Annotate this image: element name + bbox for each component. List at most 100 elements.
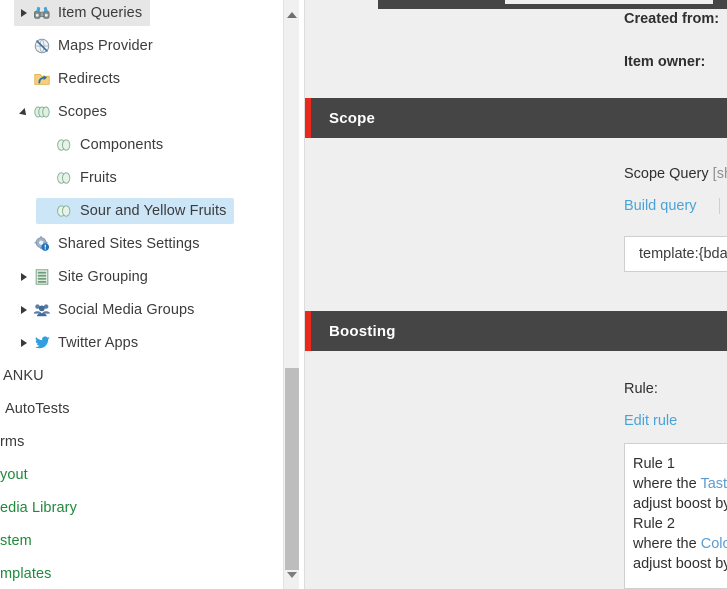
- tree-node-maps-provider[interactable]: Maps Provider: [14, 33, 161, 59]
- content-tree-panel: Item Queries Maps Provider Redirects Scopes…: [0, 0, 283, 589]
- tree-node-clipped-1[interactable]: AutoTests: [5, 396, 70, 422]
- tree-node-twitter-apps[interactable]: Twitter Apps: [14, 330, 146, 356]
- people-icon: [32, 300, 52, 320]
- tree-node-label: Social Media Groups: [58, 302, 195, 318]
- field-label-item-owner: Item owner:: [624, 54, 706, 70]
- scope-query-actions: Build query Paste query Clear: [624, 198, 727, 214]
- tree-toggle-spacer: [38, 132, 54, 158]
- rule-line: Rule 2: [633, 514, 727, 534]
- expand-arrow-icon[interactable]: [16, 330, 32, 356]
- link-separator: [718, 198, 720, 214]
- rule-token: where the: [633, 536, 701, 552]
- tree-node-label: mplates: [0, 566, 52, 582]
- rule-line-list: Rule 1 where the Taste field contains sou…: [633, 454, 727, 574]
- tree-node-site-grouping[interactable]: Site Grouping: [14, 264, 156, 290]
- tree-node-label: Item Queries: [58, 5, 143, 21]
- tree-node-label: ANKU: [3, 368, 44, 384]
- tree-vertical-scrollbar[interactable]: [283, 0, 299, 589]
- rule-token: where the: [633, 476, 701, 492]
- tree-node-label: Fruits: [80, 170, 117, 186]
- boosting-rule-display[interactable]: Rule 1 where the Taste field contains sou…: [624, 443, 727, 589]
- rule-token: adjust boost by: [633, 496, 727, 512]
- tree-node-redirects[interactable]: Redirects: [14, 66, 128, 92]
- tree-node-label: Twitter Apps: [58, 335, 139, 351]
- section-accent-bar: [305, 311, 311, 351]
- tree-node-clipped-5[interactable]: stem: [0, 528, 32, 554]
- item-editor-panel: Created from: [unknown] Item owner: [unk…: [300, 0, 727, 589]
- section-title-scope: Scope: [329, 109, 376, 127]
- rule-token: Rule 2: [633, 516, 675, 532]
- field-label-created-from: Created from:: [624, 11, 720, 27]
- rule-line: where the Taste field contains sour: [633, 474, 727, 494]
- tree-node-clipped-3[interactable]: yout: [0, 462, 28, 488]
- scroll-down-arrow-icon[interactable]: [284, 566, 299, 583]
- expand-arrow-icon[interactable]: [16, 297, 32, 323]
- binoculars-icon: [32, 3, 52, 23]
- tree-node-label: Redirects: [58, 71, 121, 87]
- tree-node-label: stem: [0, 533, 32, 549]
- rule-token: Rule 1: [633, 456, 675, 472]
- tree-toggle-spacer: [16, 66, 32, 92]
- rule-token: Colour: [700, 536, 727, 552]
- collapse-arrow-icon[interactable]: [16, 99, 32, 125]
- tree-node-label: AutoTests: [5, 401, 70, 417]
- tree-node-label: edia Library: [0, 500, 77, 516]
- rule-line: Rule 1: [633, 454, 727, 474]
- scope-item-icon: [54, 168, 74, 188]
- tree-node-label: Components: [80, 137, 164, 153]
- tree-node-components[interactable]: Components: [36, 132, 171, 158]
- tree-toggle-spacer: [38, 165, 54, 191]
- tree-node-label: Scopes: [58, 104, 107, 120]
- section-header-boosting: Boosting: [305, 311, 727, 351]
- folder-arrow-icon: [32, 69, 52, 89]
- scroll-up-arrow-icon[interactable]: [284, 6, 299, 23]
- tree-node-scopes[interactable]: Scopes: [14, 99, 115, 125]
- tree-node-item-queries[interactable]: Item Queries: [14, 0, 151, 26]
- scope-query-input[interactable]: template:{bda146e9-1cd3-4955-a2da-6676f6…: [624, 236, 727, 272]
- clipped-tab-gap-secondary: [505, 0, 713, 4]
- scope-query-label: Scope Query [shared]:: [624, 166, 727, 182]
- rule-token: Taste: [700, 476, 727, 492]
- boosting-rule-label: Rule:: [624, 381, 658, 397]
- rule-line: adjust boost by 90: [633, 554, 727, 574]
- expand-arrow-icon[interactable]: [16, 0, 32, 26]
- expand-arrow-icon[interactable]: [16, 264, 32, 290]
- tree-toggle-spacer: [38, 198, 54, 224]
- clipped-tab-gap: [305, 0, 378, 9]
- field-row-created-from: Created from: [unknown]: [624, 9, 727, 29]
- rule-token: adjust boost by: [633, 556, 727, 572]
- scrollbar-thumb[interactable]: [285, 368, 299, 570]
- section-title-boosting: Boosting: [329, 322, 396, 340]
- tree-node-clipped-0[interactable]: ANKU: [3, 363, 44, 389]
- tree-node-clipped-4[interactable]: edia Library: [0, 495, 77, 521]
- tree-node-label: Sour and Yellow Fruits: [80, 203, 227, 219]
- editor-left-rail: [300, 0, 305, 589]
- section-accent-bar: [305, 98, 311, 138]
- scope-item-icon: [54, 135, 74, 155]
- tree-node-sour-and-yellow-fruits[interactable]: Sour and Yellow Fruits: [36, 198, 235, 224]
- scope-item-icon: [54, 201, 74, 221]
- tree-node-clipped-2[interactable]: rms: [0, 429, 24, 455]
- tree-node-label: yout: [0, 467, 28, 483]
- tree-toggle-spacer: [16, 231, 32, 257]
- application-window: Item Queries Maps Provider Redirects Scopes…: [0, 0, 727, 589]
- tree-node-social-media-groups[interactable]: Social Media Groups: [14, 297, 203, 323]
- tree-node-label: Site Grouping: [58, 269, 148, 285]
- tree-node-label: Shared Sites Settings: [58, 236, 200, 252]
- twitter-icon: [32, 333, 52, 353]
- edit-rule-link[interactable]: Edit rule: [624, 413, 677, 429]
- scope-query-label-text: Scope Query: [624, 166, 709, 182]
- tree-node-label: Maps Provider: [58, 38, 153, 54]
- build-query-link[interactable]: Build query: [624, 198, 697, 214]
- field-row-item-owner: Item owner: [unknown]: [624, 52, 727, 72]
- tree-toggle-spacer: [16, 33, 32, 59]
- scope-query-shared-tag: [shared]: [712, 166, 727, 182]
- tree-node-clipped-6[interactable]: mplates: [0, 561, 51, 587]
- list-doc-icon: [32, 267, 52, 287]
- tree-node-shared-sites-settings[interactable]: Shared Sites Settings: [14, 231, 208, 257]
- rule-line: where the Colour field is equal to Yello…: [633, 534, 727, 554]
- rule-line: adjust boost by 50: [633, 494, 727, 514]
- gear-badge-icon: [32, 234, 52, 254]
- tree-node-fruits[interactable]: Fruits: [36, 165, 125, 191]
- scopes-icon: [32, 102, 52, 122]
